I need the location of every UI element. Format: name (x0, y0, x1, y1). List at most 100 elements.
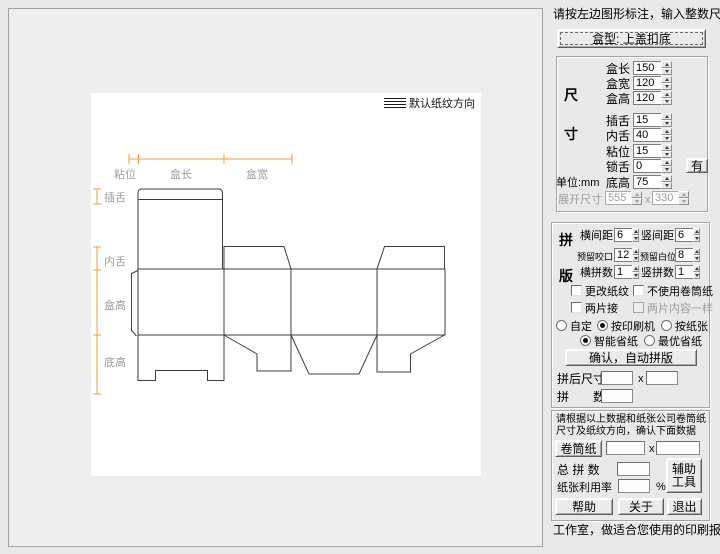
glue-input[interactable]: 15 (633, 144, 672, 158)
spin-up[interactable] (661, 175, 672, 182)
smart-save-radio[interactable] (580, 335, 591, 346)
lock-input[interactable]: 0 (633, 159, 672, 173)
best-save-radio[interactable] (644, 335, 655, 346)
spin-down[interactable] (693, 235, 700, 242)
roll-width-field[interactable] (606, 441, 645, 455)
h-gap-input[interactable]: 6 (614, 228, 639, 242)
spin-up (631, 191, 642, 198)
bottom-height-input[interactable]: 75 (633, 175, 672, 189)
roll-height-field[interactable] (656, 441, 700, 455)
total-count-field[interactable] (617, 462, 650, 476)
roll-paper-button[interactable]: 卷筒纸 (555, 440, 602, 457)
after-height-field[interactable] (646, 371, 678, 385)
drawing-panel: 默认纸纹方向 粘位 盒长 盒宽 插舌 内舌 盒高 底高 (8, 8, 543, 547)
spin-up[interactable] (693, 265, 700, 272)
about-button[interactable]: 关于 (618, 498, 664, 515)
spin-down[interactable] (632, 235, 639, 242)
app-window: 默认纸纹方向 粘位 盒长 盒宽 插舌 内舌 盒高 底高 请按左边图形标注，输入整… (0, 0, 720, 554)
field-label-inner-flap: 内舌 (605, 129, 630, 143)
tuck-input[interactable]: 15 (633, 113, 672, 127)
roll-sep: x (649, 443, 655, 455)
two-piece-same-checkbox (633, 302, 644, 313)
size-group-title-2: 寸 (564, 126, 578, 142)
spin-up[interactable] (661, 113, 672, 120)
spin-down[interactable] (632, 255, 639, 262)
spin-up[interactable] (661, 61, 672, 68)
field-label-box-height: 盒高 (605, 92, 630, 106)
spin-down[interactable] (661, 120, 672, 127)
spin-up[interactable] (693, 248, 700, 255)
change-grain-label: 更改纸纹 (585, 286, 629, 298)
no-roll-paper-checkbox[interactable] (633, 285, 644, 296)
paper-utilization-field[interactable] (618, 479, 650, 493)
spin-up[interactable] (632, 265, 639, 272)
helper-tools-button[interactable]: 辅助 工具 (666, 458, 702, 493)
box-width-input[interactable]: 120 (633, 76, 672, 90)
after-size-label: 拼后尺寸 (557, 372, 606, 386)
spin-down[interactable] (661, 166, 672, 173)
spin-down[interactable] (632, 272, 639, 279)
spin-up[interactable] (661, 159, 672, 166)
by-press-radio[interactable] (597, 320, 608, 331)
spin-down[interactable] (661, 83, 672, 90)
paper-utilization-label: 纸张利用率 (557, 482, 612, 494)
box-height-input[interactable]: 120 (633, 91, 672, 105)
spin-down[interactable] (661, 135, 672, 142)
field-label-lock: 锁舌 (605, 160, 630, 174)
v-gap-input[interactable]: 6 (675, 228, 700, 242)
smart-save-radio-label: 智能省纸 (594, 336, 638, 348)
lock-enable-button[interactable]: 有 (686, 158, 708, 173)
exit-button[interactable]: 退出 (667, 498, 702, 515)
field-label-box-width: 盒宽 (605, 77, 630, 91)
custom-radio[interactable] (556, 320, 567, 331)
inner-flap-input[interactable]: 40 (633, 128, 672, 142)
spin-up[interactable] (661, 144, 672, 151)
spin-down[interactable] (693, 255, 700, 262)
help-button[interactable]: 帮助 (555, 498, 613, 515)
box-type-button[interactable]: 盒型: 上盖扣底 (557, 29, 706, 48)
dieline-canvas: 默认纸纹方向 粘位 盒长 盒宽 插舌 内舌 盒高 底高 (91, 93, 481, 476)
impose-count-field[interactable] (601, 389, 633, 403)
by-paper-radio[interactable] (661, 320, 672, 331)
spin-up[interactable] (661, 76, 672, 83)
spin-up[interactable] (693, 228, 700, 235)
dim-label-length: 盒长 (170, 169, 192, 181)
spin-up (678, 191, 689, 198)
unfold-sep: x (645, 194, 651, 206)
v-gap-label: 竖间距 (641, 230, 674, 242)
status-text: 工作室，做适合您使用的印刷报价软件 (553, 523, 720, 537)
dieline-drawing (93, 154, 446, 395)
h-gap-label: 横间距 (580, 230, 613, 242)
spin-down[interactable] (693, 272, 700, 279)
size-group-title-1: 尺 (564, 87, 578, 103)
unfold-size-label: 展开尺寸 (558, 194, 602, 206)
spin-down[interactable] (661, 151, 672, 158)
spin-down[interactable] (661, 98, 672, 105)
field-label-bottom-height: 底高 (605, 176, 630, 190)
box-length-value[interactable]: 150 (633, 61, 661, 75)
by-paper-radio-label: 按纸张 (675, 321, 708, 333)
after-width-field[interactable] (601, 371, 633, 385)
h-count-input[interactable]: 1 (614, 265, 639, 279)
v-count-input[interactable]: 1 (675, 265, 700, 279)
percent-label: % (656, 481, 666, 493)
spin-up[interactable] (632, 228, 639, 235)
unfold-width-input: 555 (605, 191, 642, 205)
field-label-tuck: 插舌 (605, 114, 630, 128)
spin-down[interactable] (661, 68, 672, 75)
spin-up[interactable] (661, 128, 672, 135)
spin-down[interactable] (661, 182, 672, 189)
two-piece-checkbox[interactable] (571, 302, 582, 313)
impose-title-2: 版 (559, 268, 573, 284)
dim-label-height: 盒高 (104, 300, 126, 312)
change-grain-checkbox[interactable] (571, 285, 582, 296)
box-length-input[interactable]: 150 (633, 61, 672, 75)
confirm-impose-button[interactable]: 确认，自动拼版 (565, 349, 697, 366)
dieline-outline (131, 188, 446, 381)
dim-label-width: 盒宽 (246, 169, 268, 181)
impose-count-label: 拼 数 (557, 390, 606, 404)
spin-up[interactable] (632, 248, 639, 255)
spin-up[interactable] (661, 91, 672, 98)
gripper-input[interactable]: 12 (614, 248, 639, 262)
margin-input[interactable]: 8 (675, 248, 700, 262)
